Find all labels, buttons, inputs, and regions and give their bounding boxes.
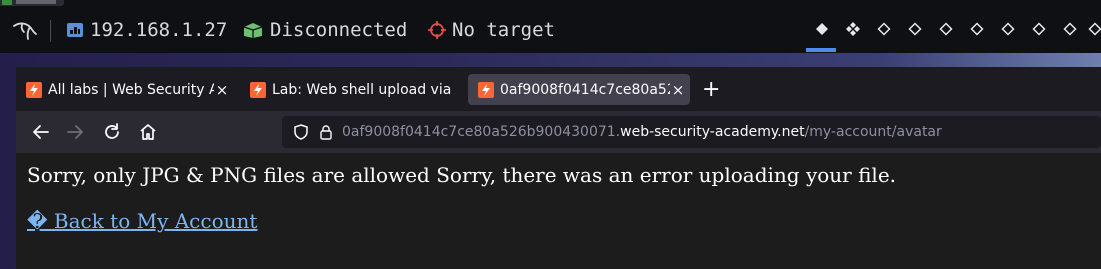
vpn-status-widget[interactable]: Disconnected (242, 18, 407, 42)
workspace-9-icon[interactable] (1063, 22, 1077, 36)
lock-icon[interactable] (318, 124, 334, 140)
top-panel: 192.168.1.27 Disconnected No target (0, 0, 1101, 53)
address-bar[interactable]: 0af9008f0414c7ce80a526b900430071.web-sec… (282, 116, 1101, 148)
panel-window-button[interactable] (0, 0, 64, 6)
target-widget[interactable]: No target (428, 18, 555, 42)
back-to-account-link[interactable]: � Back to My Account (27, 209, 257, 233)
workspace-8-icon[interactable] (1032, 22, 1046, 36)
active-workspace-indicator (806, 48, 836, 52)
tab-title: 0af9008f0414c7ce80a52 (500, 81, 670, 98)
tab-lab-web-shell[interactable]: Lab: Web shell upload via (240, 74, 462, 105)
forward-arrow-icon[interactable] (64, 121, 86, 143)
kali-menu-icon[interactable] (12, 18, 38, 42)
url-path: /my-account/avatar (804, 124, 942, 140)
workspace-10-icon[interactable] (1088, 22, 1101, 36)
url-text[interactable]: 0af9008f0414c7ce80a526b900430071.web-sec… (342, 124, 942, 140)
workspace-3-icon[interactable] (877, 22, 891, 36)
workspace-5-icon[interactable] (939, 22, 953, 36)
close-tab-icon[interactable]: × (670, 81, 686, 99)
ip-address-text: 192.168.1.27 (90, 19, 228, 41)
target-text: No target (452, 19, 555, 41)
tab-title: All labs | Web Security Ac (48, 81, 214, 98)
portswigger-icon (478, 81, 494, 98)
terminal-icon (2, 0, 12, 5)
url-subdomain: 0af9008f0414c7ce80a526b900430071. (342, 124, 621, 140)
back-arrow-icon[interactable] (30, 121, 52, 143)
tab-active-page[interactable]: 0af9008f0414c7ce80a52 × (468, 74, 690, 105)
error-message: Sorry, only JPG & PNG files are allowed … (27, 163, 897, 187)
page-content: Sorry, only JPG & PNG files are allowed … (16, 153, 1101, 269)
vpn-status-text: Disconnected (270, 19, 408, 41)
tab-all-labs[interactable]: All labs | Web Security Ac × (16, 74, 234, 105)
network-icon (67, 23, 83, 37)
portswigger-icon (26, 81, 42, 98)
new-tab-button[interactable]: + (702, 77, 720, 102)
close-tab-icon[interactable]: × (214, 81, 230, 99)
url-domain: web-security-academy.net (620, 124, 805, 140)
tab-bar: All labs | Web Security Ac × Lab: Web sh… (16, 67, 1101, 111)
home-icon[interactable] (137, 121, 159, 143)
crosshair-icon (428, 21, 446, 39)
portswigger-icon (250, 81, 266, 98)
workspace-1-icon[interactable] (815, 22, 829, 36)
workspace-6-icon[interactable] (970, 22, 984, 36)
shield-icon[interactable] (292, 123, 310, 141)
panel-separator (50, 20, 51, 42)
workspace-7-icon[interactable] (1001, 22, 1015, 36)
navigation-bar: 0af9008f0414c7ce80a526b900430071.web-sec… (16, 111, 1101, 153)
browser-window: All labs | Web Security Ac × Lab: Web sh… (16, 67, 1101, 269)
workspace-4-icon[interactable] (908, 22, 922, 36)
reload-icon[interactable] (101, 121, 123, 143)
vpn-box-icon (243, 23, 263, 38)
tab-title: Lab: Web shell upload via (272, 81, 452, 98)
workspace-2-icon[interactable] (846, 22, 860, 36)
ip-address-widget[interactable]: 192.168.1.27 (66, 18, 227, 42)
